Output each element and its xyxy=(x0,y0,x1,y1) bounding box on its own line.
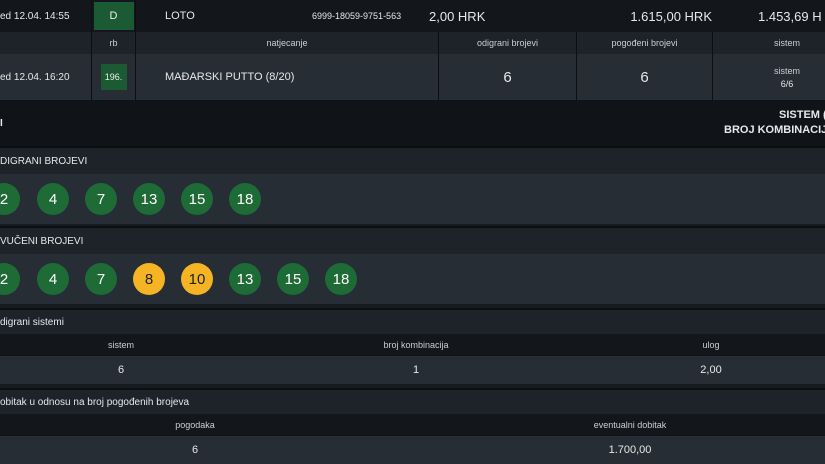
summary-left: I xyxy=(0,117,3,129)
ticket-game: LOTO xyxy=(165,10,195,22)
columns-header: rb natjecanje odigrani brojevi pogođeni … xyxy=(0,32,825,54)
header-hit: pogođeni brojevi xyxy=(611,38,678,48)
header-played: odigrani brojevi xyxy=(476,38,539,48)
event-date: ed 12.04. 16:20 xyxy=(0,71,70,83)
winnings-win: 1.700,00 xyxy=(608,444,652,456)
winnings-header-row: pogodaka eventualni dobitak xyxy=(0,414,825,436)
drawn-title-row: VUČENI BROJEVI xyxy=(0,226,825,254)
systems-system: 6 xyxy=(117,364,125,376)
status-badge: D xyxy=(93,2,134,30)
drawn-ball: 4 xyxy=(37,263,69,295)
played-title: DIGRANI BROJEVI xyxy=(0,155,88,167)
drawn-title: VUČENI BROJEVI xyxy=(0,235,84,247)
drawn-ball: 18 xyxy=(325,263,357,295)
ticket-stake: 2,00 HRK xyxy=(429,8,486,24)
systems-col-combinations: broj kombinacija xyxy=(383,340,449,350)
event-row[interactable]: ed 12.04. 16:20 196. MAĐARSKI PUTTO (8/2… xyxy=(0,54,825,100)
systems-title: digrani sistemi xyxy=(0,316,64,328)
systems-col-system: sistem xyxy=(107,340,134,350)
drawn-balls-row: 2 4 7 8 10 13 15 18 xyxy=(0,254,825,304)
event-rb-cell: 196. xyxy=(92,54,135,100)
played-ball: 7 xyxy=(85,183,117,215)
event-name: MAĐARSKI PUTTO (8/20) xyxy=(165,71,295,83)
winnings-col-hits: pogodaka xyxy=(175,420,215,430)
summary-combinations: BROJ KOMBINACIJ xyxy=(724,124,825,136)
played-ball: 2 xyxy=(0,183,20,215)
event-hit: 6 xyxy=(640,68,649,86)
ticket-net: 1.453,69 H xyxy=(758,8,822,24)
systems-title-row: digrani sistemi xyxy=(0,308,825,334)
drawn-ball: 10 xyxy=(181,263,213,295)
header-system: sistem xyxy=(773,38,800,48)
summary-row: I SISTEM ( BROJ KOMBINACIJ xyxy=(0,100,825,146)
winnings-data-row: 6 1.700,00 xyxy=(0,436,825,464)
systems-header-row: sistem broj kombinacija ulog xyxy=(0,334,825,356)
winnings-title: obitak u odnosu na broj pogođenih brojev… xyxy=(0,396,190,408)
event-system: sistem 6/6 xyxy=(713,54,825,100)
divider xyxy=(135,54,136,100)
event-played: 6 xyxy=(503,68,512,86)
event-system-value: 6/6 xyxy=(780,78,794,89)
played-ball: 18 xyxy=(229,183,261,215)
played-ball: 4 xyxy=(37,183,69,215)
systems-stake: 2,00 xyxy=(700,364,722,376)
ticket-row[interactable]: ed 12.04. 14:55 D LOTO 6999-18059-9751-5… xyxy=(0,0,825,32)
played-balls-row: 2 4 7 13 15 18 xyxy=(0,174,825,224)
event-rb-badge: 196. xyxy=(100,64,127,90)
systems-combinations: 1 xyxy=(412,364,420,376)
systems-col-stake: ulog xyxy=(702,340,720,350)
systems-data-row: 6 1 2,00 xyxy=(0,356,825,384)
played-ball: 13 xyxy=(133,183,165,215)
ticket-code: 6999-18059-9751-563 xyxy=(312,11,402,21)
drawn-ball: 8 xyxy=(133,263,165,295)
drawn-ball: 13 xyxy=(229,263,261,295)
summary-system: SISTEM ( xyxy=(779,109,825,121)
status-cell: D xyxy=(92,0,135,32)
drawn-ball: 2 xyxy=(0,263,20,295)
header-event: natjecanje xyxy=(266,38,308,48)
winnings-hits: 6 xyxy=(191,444,199,456)
played-title-row: DIGRANI BROJEVI xyxy=(0,146,825,174)
ticket-payout: 1.615,00 HRK xyxy=(630,8,712,24)
divider xyxy=(135,0,136,32)
drawn-ball: 15 xyxy=(277,263,309,295)
ticket-date: ed 12.04. 14:55 xyxy=(0,10,70,22)
winnings-col-win: eventualni dobitak xyxy=(593,420,667,430)
header-rb: rb xyxy=(109,38,118,48)
played-ball: 15 xyxy=(181,183,213,215)
event-system-label: sistem xyxy=(773,65,800,76)
drawn-ball: 7 xyxy=(85,263,117,295)
winnings-title-row: obitak u odnosu na broj pogođenih brojev… xyxy=(0,388,825,414)
